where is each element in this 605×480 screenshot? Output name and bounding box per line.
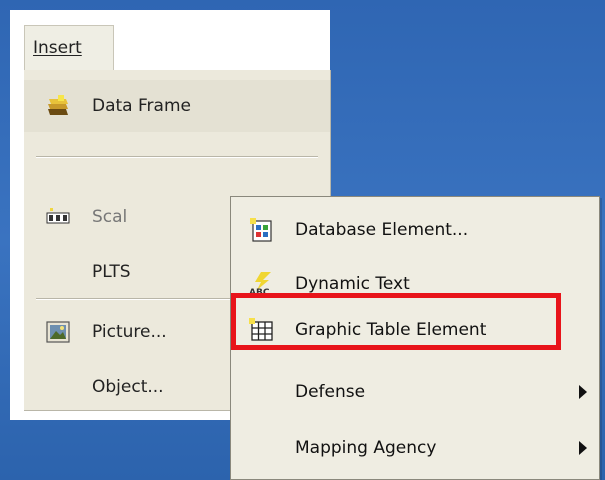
svg-text:ABC: ABC xyxy=(249,288,270,296)
picture-icon xyxy=(46,321,70,343)
submenu-item-label: Database Element... xyxy=(295,220,469,240)
submenu-item-label: Dynamic Text xyxy=(295,274,410,294)
submenu-item-database-element[interactable]: Database Element... xyxy=(231,205,599,255)
scale-bar-icon xyxy=(46,208,70,224)
submenu-item-mapping-agency[interactable]: Mapping Agency xyxy=(231,423,599,473)
menu-item-data-frame[interactable]: Data Frame xyxy=(24,80,330,132)
menu-item-label: PLTS xyxy=(92,262,131,282)
submenu-item-defense[interactable]: Defense xyxy=(231,367,599,417)
submenu: Database Element... ABC Dynamic Text Gra… xyxy=(230,196,600,480)
menu-insert[interactable]: Insert xyxy=(24,25,114,71)
data-frame-icon xyxy=(48,95,68,115)
submenu-item-label: Mapping Agency xyxy=(295,438,437,458)
submenu-arrow-icon xyxy=(579,441,587,455)
submenu-item-label: Defense xyxy=(295,382,366,402)
menu-insert-label: Insert xyxy=(33,38,82,58)
menu-item-label: Data Frame xyxy=(92,96,191,116)
menu-item-label: Object... xyxy=(92,377,164,397)
graphic-table-icon xyxy=(249,318,273,341)
submenu-arrow-icon xyxy=(579,385,587,399)
menu-item-label: Picture... xyxy=(92,322,167,342)
database-element-icon xyxy=(250,218,272,242)
menu-item-label: Scal xyxy=(92,207,128,227)
submenu-item-label: Graphic Table Element xyxy=(295,320,487,340)
menu-separator xyxy=(36,156,318,158)
submenu-item-dynamic-text[interactable]: ABC Dynamic Text xyxy=(231,259,599,309)
submenu-item-graphic-table-element[interactable]: Graphic Table Element xyxy=(231,305,599,355)
dynamic-text-icon: ABC xyxy=(249,272,271,296)
